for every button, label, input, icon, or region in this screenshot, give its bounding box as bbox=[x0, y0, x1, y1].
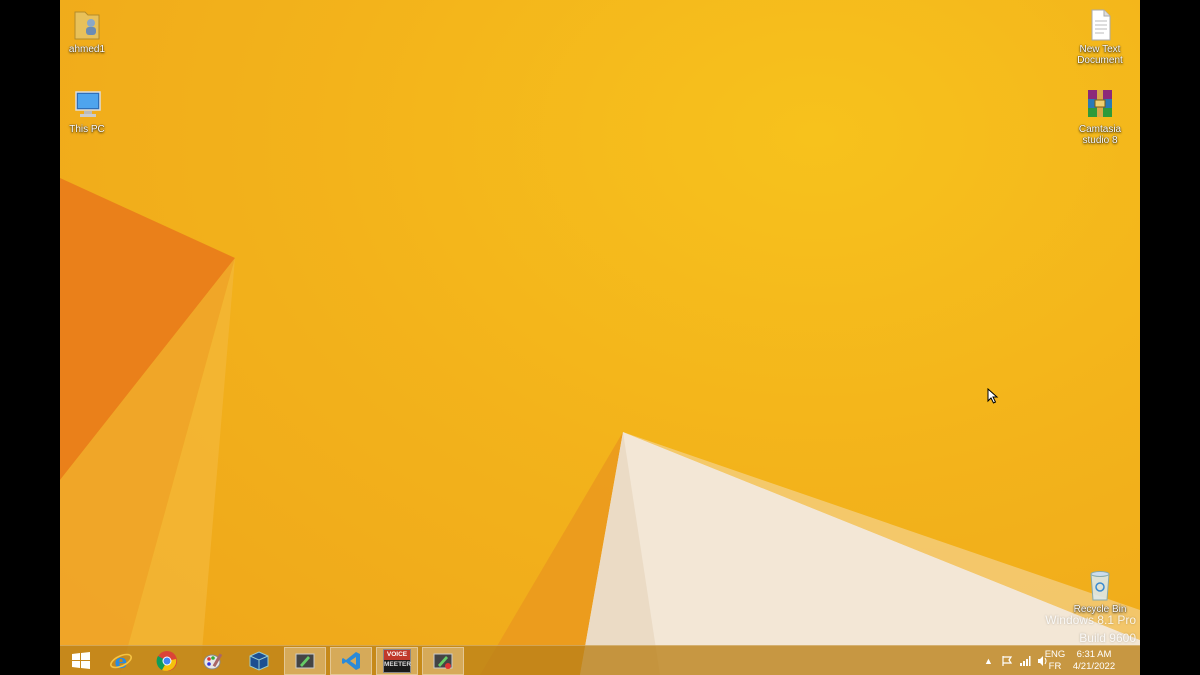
user-folder-icon bbox=[71, 8, 103, 42]
desktop-icon-label: ahmed1 bbox=[68, 44, 106, 55]
camtasia-icon bbox=[295, 653, 315, 669]
desktop-icon-label: This PC bbox=[69, 124, 105, 135]
start-button[interactable] bbox=[60, 647, 102, 675]
windows-version-watermark: Windows 8.1 Pro Build 9600 bbox=[1045, 613, 1136, 645]
text-document-icon bbox=[1084, 8, 1116, 42]
taskbar: e VOICE MEETER ▲ ENG FR 6:31 AM 4/21/202… bbox=[60, 645, 1140, 675]
action-center-flag-icon[interactable] bbox=[1001, 655, 1013, 667]
desktop-icon-recycle-bin[interactable]: Recycle Bin bbox=[1072, 568, 1128, 615]
notification-area: ▲ bbox=[984, 646, 1049, 675]
desktop-icon-label: New Text Document bbox=[1077, 44, 1123, 66]
svg-text:e: e bbox=[115, 649, 128, 673]
taskbar-paint[interactable] bbox=[192, 647, 234, 675]
desktop-icon-ahmed1[interactable]: ahmed1 bbox=[60, 8, 115, 55]
internet-explorer-icon: e bbox=[110, 649, 132, 673]
taskbar-google-chrome[interactable] bbox=[146, 647, 188, 675]
input-language-indicator[interactable]: ENG FR bbox=[1042, 649, 1068, 673]
vscode-icon bbox=[342, 652, 360, 670]
recycle-bin-icon bbox=[1084, 568, 1116, 602]
desktop-icon-new-text-document[interactable]: New Text Document bbox=[1072, 8, 1128, 66]
network-signal-icon[interactable] bbox=[1019, 655, 1031, 667]
wallpaper bbox=[60, 178, 1140, 675]
show-hidden-icons-icon[interactable]: ▲ bbox=[984, 656, 993, 666]
winrar-archive-icon bbox=[1084, 88, 1116, 122]
mouse-cursor-icon bbox=[987, 388, 999, 404]
voicemeeter-icon: VOICE MEETER bbox=[383, 649, 411, 673]
paint-icon bbox=[203, 653, 223, 670]
computer-icon bbox=[71, 88, 103, 122]
taskbar-internet-explorer[interactable]: e bbox=[100, 647, 142, 675]
virtualbox-icon bbox=[249, 651, 269, 671]
chrome-icon bbox=[156, 651, 177, 671]
taskbar-virtualbox[interactable] bbox=[238, 647, 280, 675]
taskbar-voicemeeter[interactable]: VOICE MEETER bbox=[376, 647, 418, 675]
windows-start-icon bbox=[72, 652, 90, 669]
camtasia-recorder-icon bbox=[433, 653, 453, 669]
taskbar-vscode[interactable] bbox=[330, 647, 372, 675]
desktop-icon-this-pc[interactable]: This PC bbox=[60, 88, 115, 135]
system-clock[interactable]: 6:31 AM 4/21/2022 bbox=[1066, 649, 1122, 673]
desktop-icon-label: Camtasia studio 8 bbox=[1078, 124, 1122, 146]
desktop[interactable]: ahmed1 This PC New Text Document Camtasi… bbox=[60, 0, 1140, 675]
desktop-icon-camtasia-studio-8[interactable]: Camtasia studio 8 bbox=[1072, 88, 1128, 146]
taskbar-camtasia-recorder[interactable] bbox=[422, 647, 464, 675]
taskbar-camtasia[interactable] bbox=[284, 647, 326, 675]
